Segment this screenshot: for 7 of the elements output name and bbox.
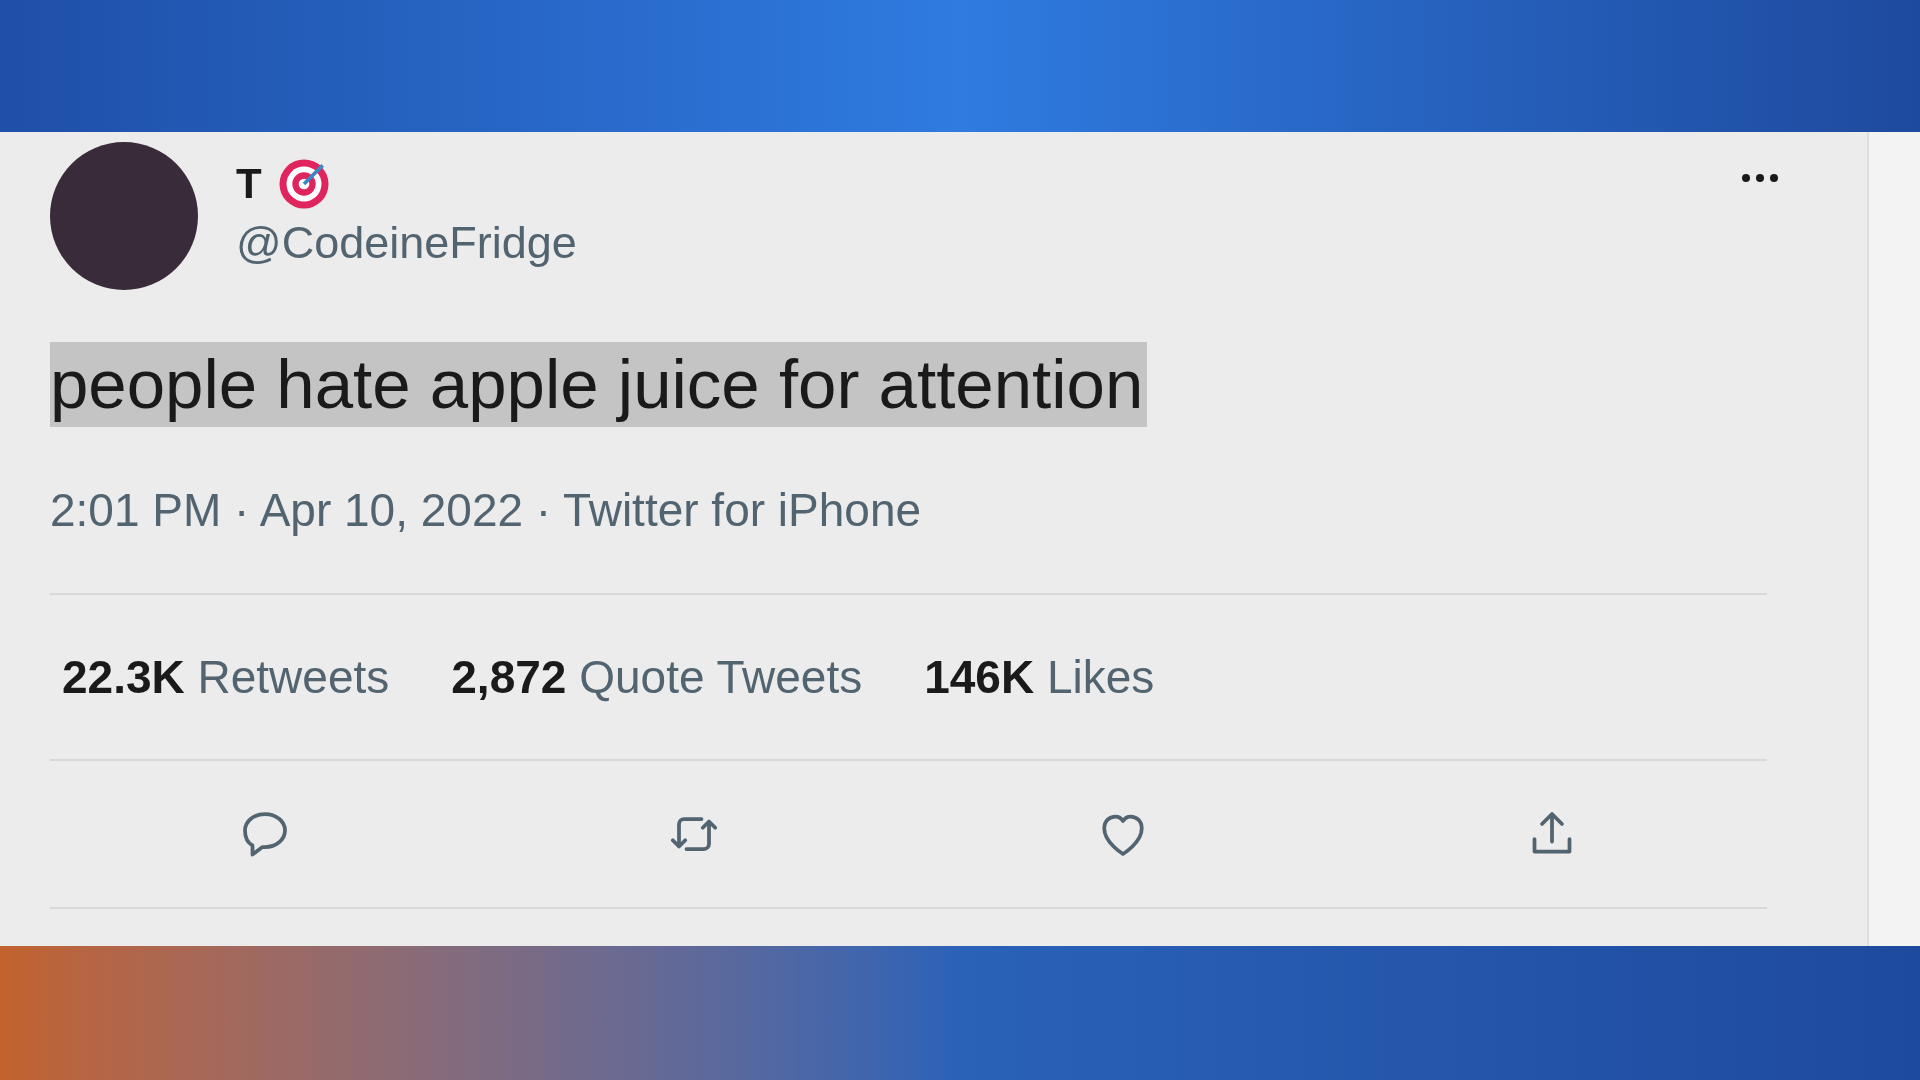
tweet-text: people hate apple juice for attention — [50, 342, 1148, 427]
stat-link[interactable]: 2,872 Quote Tweets — [451, 642, 863, 712]
tweet-timestamp: 2:01 PM · Apr 10, 2022 · Twitter for iPhone — [50, 482, 922, 538]
author-name: T — [236, 159, 262, 209]
stat-link[interactable]: 146K Likes — [924, 642, 1155, 712]
stat-link[interactable]: 22.3K Retweets — [62, 642, 390, 712]
user-handle[interactable]: @CodeineFridge — [236, 215, 577, 272]
